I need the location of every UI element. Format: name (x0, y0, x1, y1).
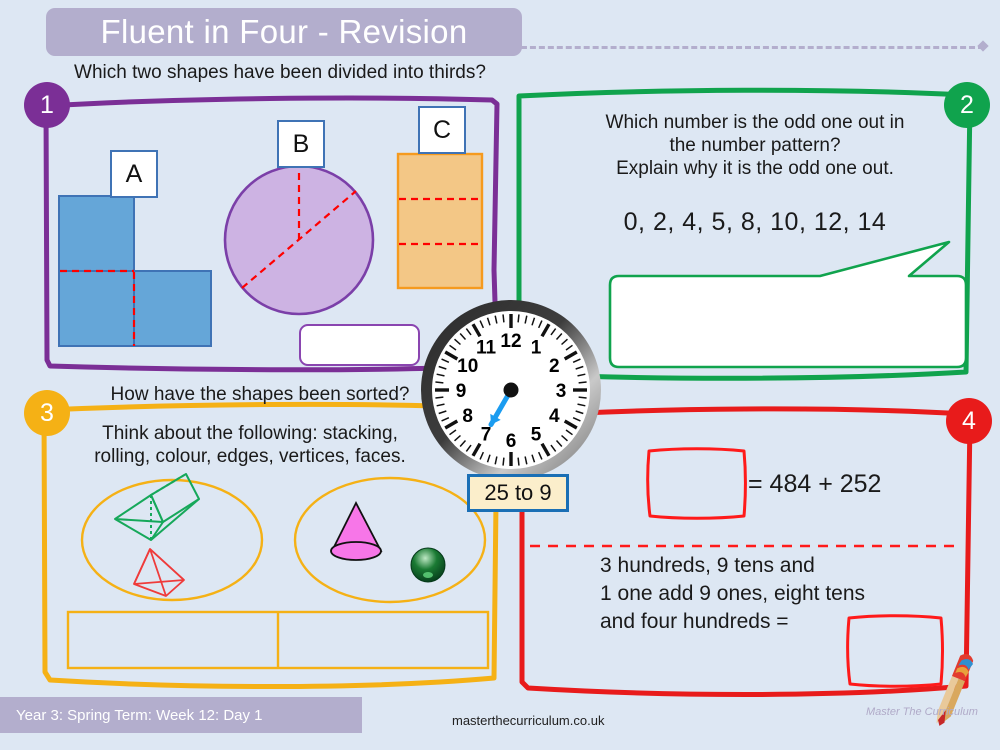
q3-prompt: How have the shapes been sorted? (110, 384, 410, 405)
clock-numeral-2: 2 (549, 356, 560, 377)
title-divider-diamond (977, 40, 989, 52)
q4-words-line1: 3 hundreds, 9 tens and (600, 554, 815, 577)
sphere-icon (410, 547, 446, 583)
cone-icon (330, 501, 383, 561)
q4-equation: = 484 + 252 (748, 470, 882, 498)
clock-numeral-3: 3 (556, 381, 567, 402)
shape-label-a: A (110, 150, 158, 198)
q3-subprompt-line1: Think about the following: stacking, (102, 423, 398, 444)
q2-prompt: Which number is the odd one out in the n… (545, 112, 965, 180)
sorting-circle-left (80, 478, 264, 602)
shape-c-rectangle (396, 152, 484, 290)
q4-equation-answer-box[interactable] (651, 452, 743, 516)
shape-a-lshape (58, 195, 212, 347)
clock-numeral-8: 8 (462, 406, 473, 427)
brand-name: Master The Curriculum (866, 706, 978, 718)
shape-b-circle (223, 164, 375, 316)
clock-numeral-9: 9 (456, 381, 467, 402)
clock-numeral-12: 12 (500, 331, 521, 352)
q3-subprompt-line2: rolling, colour, edges, vertices, faces. (94, 446, 406, 468)
triangular-prism-icon (114, 473, 200, 541)
shape-label-c: C (418, 106, 466, 154)
q3-answer-cell-right[interactable] (280, 614, 486, 666)
footer-url: masterthecurriculum.co.uk (452, 713, 605, 728)
question-badge-1: 1 (24, 82, 70, 128)
square-pyramid-icon (133, 548, 185, 597)
q4-words-line2: 1 one add 9 ones, eight tens (600, 582, 866, 606)
title-divider-line (512, 46, 984, 49)
clock-face: 12 12 3 45678 9 1011 (421, 300, 601, 480)
sorting-circle-right (293, 476, 487, 604)
worksheet-page: Fluent in Four - Revision 1 2 3 4 Which … (0, 0, 1000, 750)
clock-numeral-11: 11 (476, 338, 497, 359)
q2-answer-box[interactable] (612, 276, 968, 368)
title-banner: Fluent in Four - Revision (46, 8, 522, 56)
q4-words-answer-box[interactable] (851, 619, 941, 685)
q3-answer-cell-left[interactable] (70, 614, 277, 666)
q2-prompt-line3: Explain why it is the odd one out. (616, 157, 894, 179)
page-title: Fluent in Four - Revision (100, 13, 468, 50)
q2-number-sequence: 0, 2, 4, 5, 8, 10, 12, 14 (623, 208, 887, 236)
time-label: 25 to 9 (467, 474, 569, 512)
footer-lesson-text: Year 3: Spring Term: Week 12: Day 1 (16, 706, 263, 724)
clock-numeral-10: 10 (457, 356, 478, 377)
q2-prompt-line1: Which number is the odd one out in (605, 112, 905, 133)
shape-label-b: B (277, 120, 325, 168)
q2-prompt-line2: the number pattern? (669, 134, 841, 156)
clock-numeral-6: 6 (506, 431, 517, 452)
clock-numeral-4: 4 (549, 406, 560, 427)
q3-subprompt: Think about the following: stacking, rol… (60, 422, 440, 468)
clock-centre-pin (503, 382, 519, 398)
q1-prompt: Which two shapes have been divided into … (74, 62, 486, 83)
clock-numeral-5: 5 (531, 424, 542, 445)
analogue-clock: 12 1 2 3 4 5 6 7 8 9 10 11 (418, 297, 604, 483)
q1-answer-box[interactable] (299, 324, 420, 366)
question-badge-4: 4 (946, 398, 992, 444)
footer-lesson-banner: Year 3: Spring Term: Week 12: Day 1 (0, 697, 362, 733)
clock-numeral-1: 1 (531, 338, 542, 359)
clock-numeral-7: 7 (481, 424, 492, 445)
